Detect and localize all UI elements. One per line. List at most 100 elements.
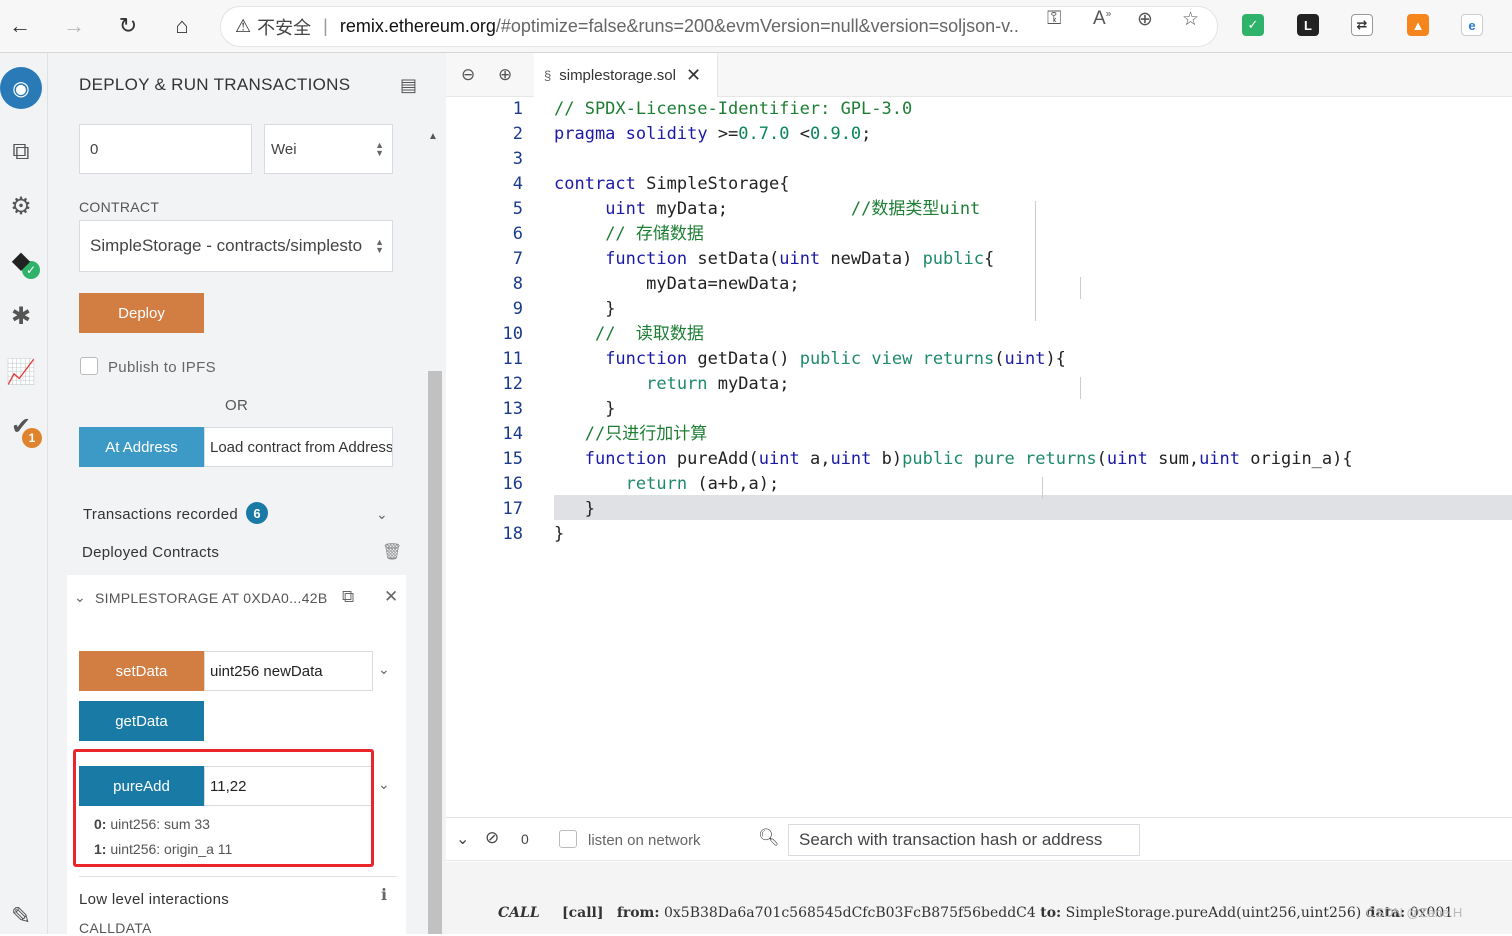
- line-number: 14: [502, 424, 523, 444]
- close-icon[interactable]: ✕: [384, 587, 398, 607]
- code-line: 10 // 读取数据: [446, 322, 1512, 347]
- address-bar[interactable]: ⚠ 不安全 | remix.ethereum.org/#optimize=fal…: [220, 6, 1218, 47]
- value-unit-label: Wei: [271, 140, 297, 158]
- info-icon[interactable]: ℹ: [381, 885, 387, 905]
- publish-ipfs-checkbox[interactable]: [80, 357, 98, 375]
- warning-icon: ⚠: [235, 16, 252, 36]
- code-line: 11 function getData() public view return…: [446, 347, 1512, 372]
- code-line: 5 uint myData; //数据类型uint: [446, 197, 1512, 222]
- updown-icon: ▲ ▼: [375, 237, 384, 255]
- trash-icon[interactable]: 🗑: [382, 542, 402, 562]
- to-value: SimpleStorage.pureAdd(uint256,uint256): [1065, 905, 1362, 921]
- low-level-label: Low level interactions: [79, 891, 230, 908]
- scrollbar-thumb[interactable]: [428, 371, 442, 934]
- contract-label: CONTRACT: [79, 199, 160, 215]
- code-line: 18}: [446, 522, 1512, 547]
- scroll-up-icon[interactable]: ▲: [428, 131, 438, 142]
- clear-console-icon[interactable]: ⊘: [485, 828, 499, 848]
- remix-logo-icon[interactable]: ◉: [0, 67, 42, 109]
- url-host: remix.ethereum.org: [339, 16, 496, 36]
- zoom-icon[interactable]: ⊕: [1137, 8, 1153, 31]
- tab-bar: ⊖ ⊕ § simplestorage.sol ✕: [446, 53, 1512, 97]
- publish-ipfs-label: Publish to IPFS: [108, 359, 216, 376]
- value-input[interactable]: 0: [79, 124, 252, 174]
- testing-check-icon[interactable]: ✔: [4, 409, 38, 443]
- collapse-terminal-icon[interactable]: ⌄: [456, 829, 469, 849]
- getdata-button[interactable]: getData: [79, 701, 204, 741]
- code-line: 13 }: [446, 397, 1512, 422]
- metamask-fox-icon[interactable]: ▲: [1407, 14, 1429, 36]
- line-number: 9: [512, 299, 523, 319]
- code-line: 6 // 存储数据: [446, 222, 1512, 247]
- code-editor: ⊖ ⊕ § simplestorage.sol ✕ 1// SPDX-Licen…: [446, 53, 1512, 817]
- icon-rail: ◉ ⧉ ⚙ ✓ ◆ ✱ 📈 1 ✔ ✎: [0, 53, 48, 934]
- tab-simplestorage[interactable]: § simplestorage.sol ✕: [534, 53, 718, 97]
- at-address-button[interactable]: At Address: [79, 427, 204, 467]
- highlight-annotation: [73, 749, 374, 867]
- forward-icon[interactable]: →: [58, 10, 90, 42]
- close-tab-icon[interactable]: ✕: [686, 65, 701, 86]
- l-extension-icon[interactable]: L: [1297, 14, 1319, 36]
- line-number: 15: [502, 449, 523, 469]
- terminal-call-log[interactable]: CALL [call] from: 0x5B38Da6a701c568545dC…: [498, 905, 1453, 921]
- back-icon[interactable]: ←: [4, 10, 36, 42]
- compiler-icon[interactable]: ⚙: [4, 189, 38, 223]
- setdata-button[interactable]: setData: [79, 651, 204, 691]
- favorite-icon[interactable]: ☆: [1182, 8, 1199, 31]
- line-number: 8: [512, 274, 523, 294]
- line-number: 12: [502, 374, 523, 394]
- load-contract-address-input[interactable]: Load contract from Address: [204, 427, 393, 467]
- refresh-icon[interactable]: ↻: [112, 10, 144, 42]
- line-number: 6: [512, 224, 523, 244]
- watermark: CSDN @Zane.H: [1366, 905, 1463, 920]
- updown-icon: ▲ ▼: [375, 140, 384, 158]
- chevron-down-icon[interactable]: ⌄: [378, 776, 390, 793]
- code-line: 15 function pureAdd(uint a,uint b)public…: [446, 447, 1512, 472]
- code-line: 7 function setData(uint newData) public{: [446, 247, 1512, 272]
- browser-toolbar: ← → ↻ ⌂ ⚠ 不安全 | remix.ethereum.org/#opti…: [0, 0, 1512, 53]
- plugin-manager-icon[interactable]: ✎: [4, 899, 38, 933]
- chevron-down-icon[interactable]: ⌄: [378, 661, 390, 678]
- translate-extension-icon[interactable]: ⇄: [1351, 14, 1373, 36]
- chevron-down-icon[interactable]: ⌄: [74, 589, 86, 606]
- listen-network-checkbox[interactable]: [559, 830, 577, 848]
- shield-extension-icon[interactable]: ✓: [1242, 14, 1264, 36]
- line-number: 1: [512, 99, 523, 119]
- to-label: to:: [1040, 905, 1062, 921]
- pending-count: 0: [521, 831, 529, 847]
- zoom-in-icon[interactable]: ⊕: [498, 65, 512, 85]
- call-tag: CALL: [498, 905, 540, 921]
- instance-title: SIMPLESTORAGE AT 0XDA0...42B53: [95, 590, 327, 606]
- home-icon[interactable]: ⌂: [166, 10, 198, 42]
- indent-guide: [1080, 377, 1081, 399]
- code-line: 3: [446, 147, 1512, 172]
- url-text[interactable]: remix.ethereum.org/#optimize=false&runs=…: [340, 16, 1020, 37]
- value-unit-select[interactable]: Wei ▲ ▼: [264, 124, 393, 174]
- code-line: 16 return (a+b,a);: [446, 472, 1512, 497]
- line-number: 2: [512, 124, 523, 144]
- line-number: 4: [512, 174, 523, 194]
- deploy-button[interactable]: Deploy: [79, 293, 204, 333]
- zoom-out-icon[interactable]: ⊖: [461, 65, 475, 85]
- file-explorer-icon[interactable]: ⧉: [4, 135, 38, 169]
- deployed-contracts-label: Deployed Contracts: [82, 544, 220, 561]
- terminal-toolbar: ⌄ ⊘ 0 listen on network 🔍︎ Search with t…: [446, 817, 1512, 861]
- docs-icon[interactable]: ▤: [400, 75, 417, 96]
- or-label: OR: [225, 397, 249, 414]
- listen-network-label: listen on network: [588, 832, 701, 849]
- transactions-recorded-label[interactable]: Transactions recorded: [83, 506, 238, 523]
- contract-select[interactable]: SimpleStorage - contracts/simplestorage.…: [79, 220, 393, 272]
- transactions-count-badge: 6: [246, 502, 268, 524]
- copy-icon[interactable]: ⧉: [342, 587, 354, 607]
- debugger-bug-icon[interactable]: ✱: [4, 299, 38, 333]
- setdata-input[interactable]: uint256 newData: [204, 651, 373, 691]
- read-aloud-icon[interactable]: A»: [1093, 8, 1111, 30]
- deploy-run-icon[interactable]: ◆: [4, 243, 38, 277]
- edge-extension-icon[interactable]: e: [1461, 14, 1483, 36]
- analysis-chart-icon[interactable]: 📈: [4, 355, 38, 389]
- divider: [79, 876, 397, 877]
- indent-guide: [1080, 277, 1081, 299]
- chevron-down-icon[interactable]: ⌄: [376, 506, 388, 523]
- terminal-search-input[interactable]: Search with transaction hash or address: [788, 824, 1140, 856]
- key-icon[interactable]: ⚿: [1047, 8, 1061, 30]
